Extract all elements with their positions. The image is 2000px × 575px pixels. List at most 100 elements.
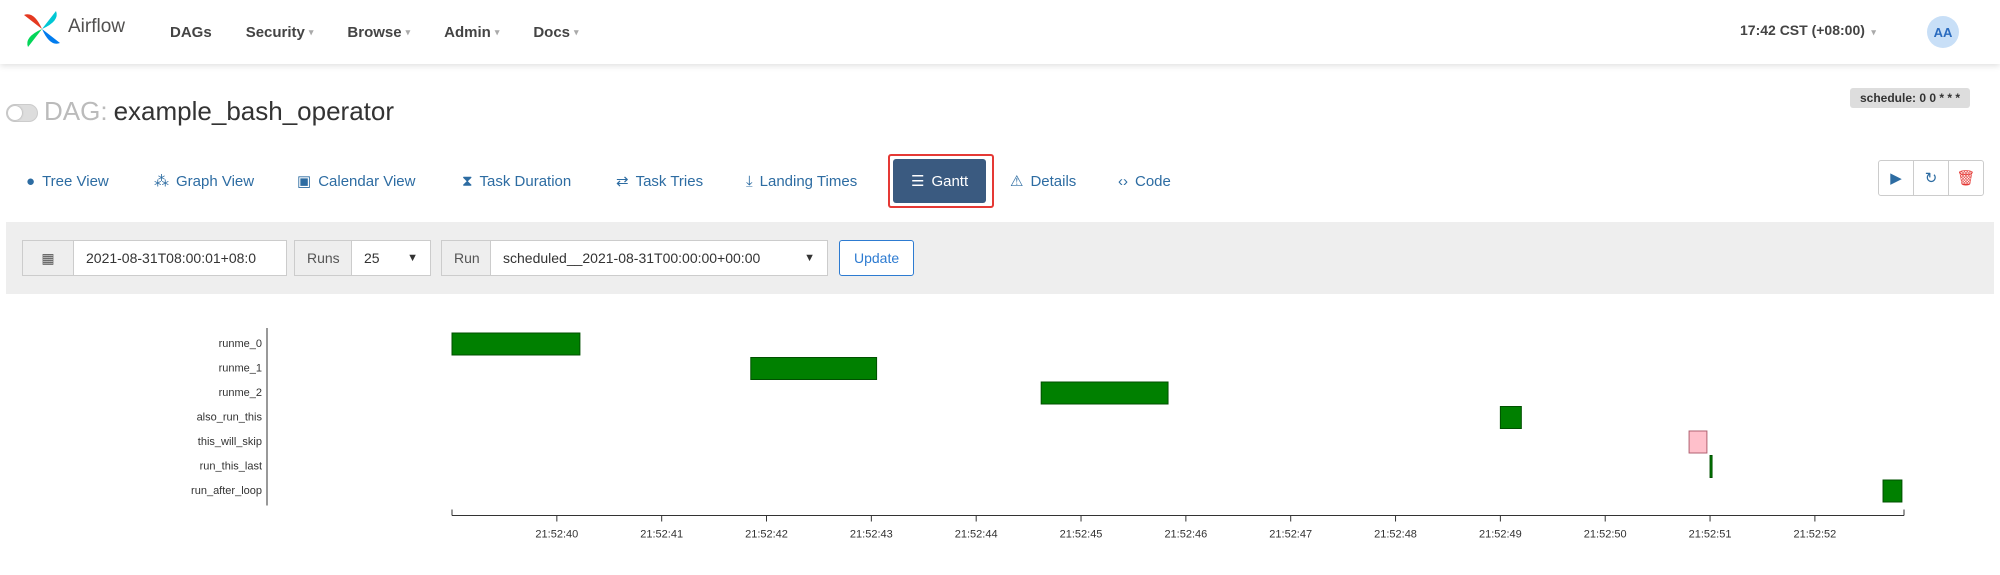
tab-label: Details — [1030, 172, 1077, 190]
tab-graph-view[interactable]: ⁂ Graph View — [154, 158, 254, 204]
x-tick-label: 21:52:43 — [850, 529, 893, 541]
dag-actions: ▶ ↻ 🗑 — [1878, 160, 1984, 196]
calendar-icon: ▦ — [41, 249, 55, 266]
code-icon: ‹› — [1118, 172, 1128, 190]
date-picker-button[interactable]: ▦ — [22, 240, 74, 276]
time-label: 17:42 CST (+08:00) — [1740, 22, 1865, 38]
nav-item-dags[interactable]: DAGs — [170, 24, 212, 41]
x-tick-label: 21:52:47 — [1269, 529, 1312, 541]
tab-label: Tree View — [42, 172, 109, 190]
runs-select[interactable]: 25 ▼ — [351, 240, 431, 276]
x-tick-label: 21:52:42 — [745, 529, 788, 541]
task-label: also_run_this — [197, 412, 263, 424]
filter-bar: ▦ 2021-08-31T08:00:01+08:0 Runs 25 ▼ Run … — [6, 222, 1994, 294]
x-tick-label: 21:52:48 — [1374, 529, 1417, 541]
caret-down-icon: ▾ — [308, 26, 314, 37]
tab-landing-times[interactable]: ⤓ Landing Times — [746, 158, 857, 204]
nav-item-browse[interactable]: Browse ▾ — [347, 24, 410, 41]
nav-menu: DAGs Security ▾ Browse ▾ Admin ▾ Docs ▾ — [170, 0, 613, 64]
brand-text: Airflow — [68, 16, 126, 37]
caret-down-icon: ▾ — [574, 26, 579, 37]
gantt-bar-also_run_this — [1499, 406, 1522, 429]
tab-label: Task Duration — [479, 172, 572, 190]
x-tick-label: 21:52:49 — [1479, 529, 1522, 541]
runs-label: Runs — [294, 240, 352, 276]
chevron-down-icon: ▼ — [804, 252, 815, 264]
gantt-bar-this_will_skip — [1688, 430, 1708, 454]
x-tick-label: 21:52:45 — [1060, 529, 1103, 541]
dag-title: DAG: example_bash_operator — [44, 96, 394, 127]
run-label: Run — [441, 240, 491, 276]
gantt-chart: runme_0 runme_1 runme_2 also_run_this this_w… — [191, 328, 1905, 541]
tab-task-tries[interactable]: ⇄ Task Tries — [616, 158, 703, 204]
tab-label: Graph View — [176, 172, 255, 190]
nav-item-label: Security — [245, 23, 305, 41]
schedule-badge: schedule: 0 0 * * * — [1850, 88, 1971, 108]
active-tab-highlight — [888, 154, 994, 208]
calendar-icon: ▣ — [297, 173, 312, 190]
caret-down-icon: ▾ — [405, 26, 411, 37]
x-tick-label: 21:52:41 — [640, 529, 683, 541]
task-label: runme_2 — [219, 387, 262, 399]
nav-item-admin[interactable]: Admin ▾ — [444, 24, 499, 41]
x-tick-label: 21:52:40 — [535, 529, 578, 541]
dag-name: example_bash_operator — [113, 96, 394, 126]
gantt-bar-run_after_loop — [1882, 479, 1903, 503]
play-icon: ▶ — [1890, 170, 1902, 187]
tab-tree-view[interactable]: ● Tree View — [26, 158, 109, 204]
x-tick-label: 21:52:44 — [955, 529, 998, 541]
tab-task-duration[interactable]: ⧗ Task Duration — [462, 158, 571, 204]
x-tick-label: 21:52:46 — [1164, 529, 1207, 541]
task-label: this_will_skip — [198, 436, 262, 448]
gantt-bar-runme_2 — [1040, 381, 1169, 405]
trigger-dag-button[interactable]: ▶ — [1878, 160, 1914, 196]
retry-icon: ⇄ — [616, 173, 629, 190]
task-label: run_after_loop — [191, 485, 262, 497]
refresh-dag-button[interactable]: ↻ — [1913, 160, 1949, 196]
base-date-input[interactable]: 2021-08-31T08:00:01+08:0 — [73, 240, 287, 276]
nav-item-label: DAGs — [170, 23, 212, 41]
nav-item-docs[interactable]: Docs ▾ — [533, 24, 578, 41]
x-tick-label: 21:52:50 — [1584, 529, 1627, 541]
tab-label: Task Tries — [635, 172, 704, 190]
airflow-brand[interactable]: Airflow — [20, 6, 125, 56]
dag-pause-toggle[interactable] — [6, 104, 38, 122]
airflow-logo-icon — [20, 7, 64, 56]
delete-dag-button[interactable]: 🗑 — [1948, 160, 1984, 196]
run-value: scheduled__2021-08-31T00:00:00+00:00 — [503, 250, 761, 266]
trash-icon: 🗑 — [1956, 170, 1976, 187]
nav-item-label: Docs — [533, 23, 571, 41]
tab-label: Code — [1135, 172, 1171, 190]
gantt-bar-runme_0 — [451, 332, 581, 356]
dag-prefix: DAG: — [44, 96, 108, 126]
chevron-down-icon: ▼ — [407, 252, 418, 264]
warning-icon: ⚠ — [1010, 173, 1024, 190]
task-label: runme_0 — [219, 338, 262, 350]
timezone-dropdown[interactable]: 17:42 CST (+08:00) ▾ — [1740, 22, 1876, 38]
tab-code[interactable]: ‹› Code — [1118, 158, 1171, 204]
caret-down-icon: ▾ — [494, 26, 500, 37]
nav-item-label: Admin — [444, 23, 491, 41]
update-button[interactable]: Update — [839, 240, 915, 276]
x-tick-label: 21:52:51 — [1689, 529, 1732, 541]
hourglass-icon: ⧗ — [462, 172, 473, 190]
tab-details[interactable]: ⚠ Details — [1010, 158, 1076, 204]
gantt-bar-runme_1 — [750, 357, 878, 380]
gantt-bar-run_this_last — [1709, 455, 1713, 478]
task-label: run_this_last — [200, 461, 262, 473]
tree-icon: ● — [26, 172, 36, 190]
tab-label: Calendar View — [318, 172, 416, 190]
nav-item-label: Browse — [347, 23, 402, 41]
x-tick-label: 21:52:52 — [1793, 529, 1836, 541]
graph-icon: ⁂ — [154, 173, 169, 190]
runs-value: 25 — [364, 250, 380, 266]
caret-down-icon: ▾ — [1868, 27, 1876, 37]
nav-item-security[interactable]: Security ▾ — [246, 24, 314, 41]
run-select[interactable]: scheduled__2021-08-31T00:00:00+00:00 ▼ — [490, 240, 828, 276]
user-avatar[interactable]: AA — [1927, 16, 1959, 48]
navbar: Airflow DAGs Security ▾ Browse ▾ Admin ▾ Do… — [0, 0, 2000, 64]
refresh-icon: ↻ — [1924, 170, 1938, 187]
tab-calendar-view[interactable]: ▣ Calendar View — [297, 158, 415, 204]
task-label: runme_1 — [219, 363, 262, 375]
tab-label: Landing Times — [759, 172, 858, 190]
